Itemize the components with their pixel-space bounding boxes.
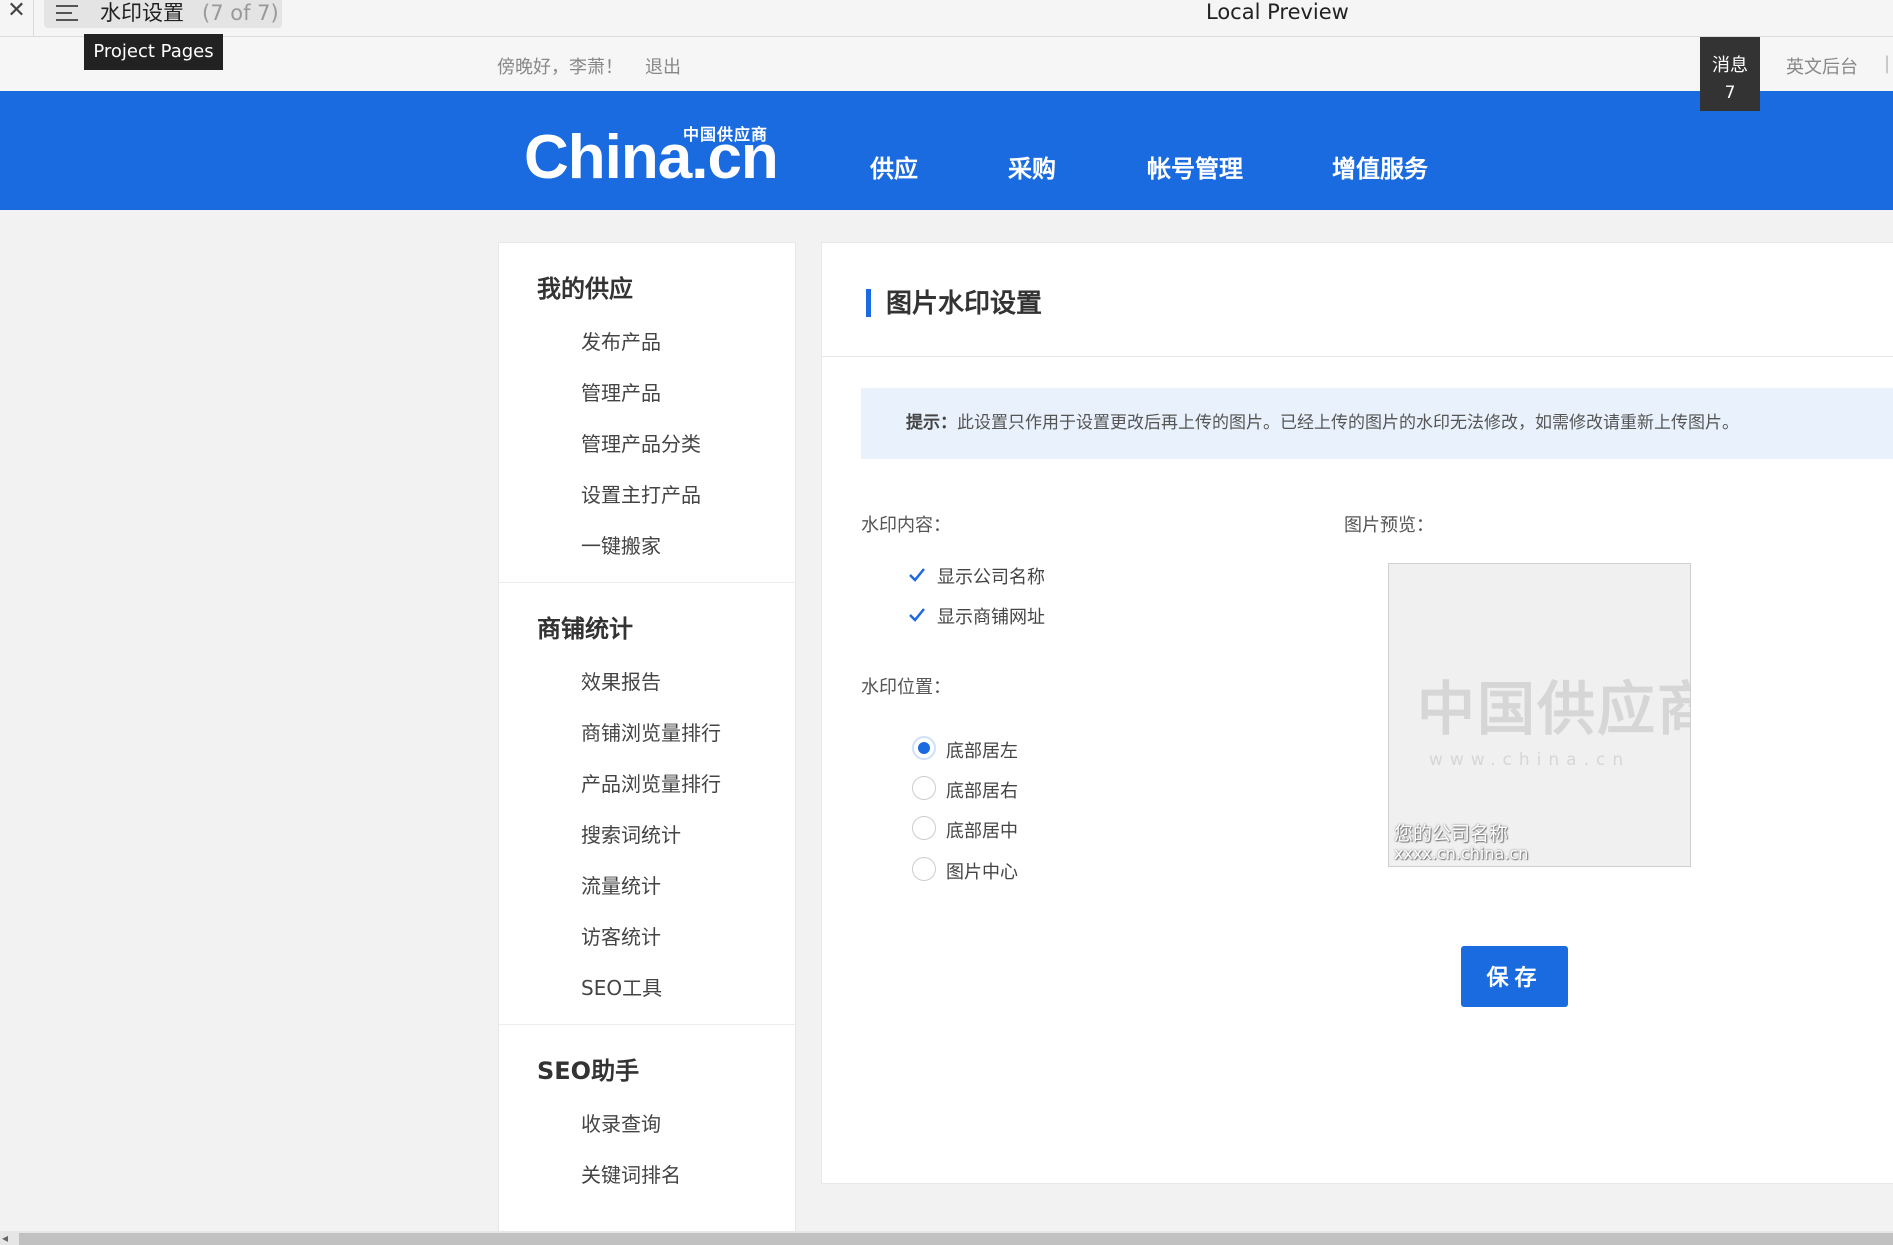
- logout-link[interactable]: 退出: [645, 53, 681, 79]
- checkbox-label: 显示商铺网址: [937, 607, 1045, 628]
- sidebar-item-effect-report[interactable]: 效果报告: [581, 657, 795, 708]
- messages-label: 消息: [1712, 55, 1748, 76]
- tooltip: Project Pages: [84, 34, 223, 70]
- messages-button[interactable]: 消息 7: [1700, 37, 1760, 111]
- radio-label: 底部居中: [946, 821, 1018, 842]
- sidebar: 我的供应 发布产品 管理产品 管理产品分类 设置主打产品 一键搬家 商铺统计 效…: [498, 242, 796, 1232]
- watermark-site-url: xxxx.cn.china.cn: [1394, 844, 1529, 863]
- radio-unselected-icon[interactable]: [912, 857, 936, 881]
- scroll-left-arrow-icon[interactable]: ◂: [2, 1231, 8, 1245]
- notice-prefix: 提示：: [906, 413, 957, 433]
- notice-text: 提示：此设置只作用于设置更改后再上传的图片。已经上传的图片的水印无法修改，如需修…: [906, 388, 1739, 459]
- sidebar-group-seo: SEO助手 收录查询 关键词排名: [499, 1024, 795, 1211]
- sidebar-group-supply: 我的供应 发布产品 管理产品 管理产品分类 设置主打产品 一键搬家: [499, 243, 795, 582]
- radio-label: 底部居右: [946, 781, 1018, 802]
- english-admin-link[interactable]: 英文后台: [1786, 53, 1858, 79]
- radio-label: 底部居左: [946, 741, 1018, 762]
- checkbox-checked-icon[interactable]: [906, 604, 928, 626]
- window-title: Local Preview: [1206, 0, 1349, 24]
- checkbox-label: 显示公司名称: [937, 567, 1045, 588]
- sidebar-item-visitor-stats[interactable]: 访客统计: [581, 912, 795, 963]
- notice-banner: 提示：此设置只作用于设置更改后再上传的图片。已经上传的图片的水印无法修改，如需修…: [861, 388, 1893, 459]
- nav-supply[interactable]: 供应: [870, 149, 918, 184]
- sidebar-item-keyword-ranking[interactable]: 关键词排名: [581, 1150, 795, 1201]
- sidebar-item-publish-product[interactable]: 发布产品: [581, 317, 795, 368]
- watermark-content-label: 水印内容：: [861, 515, 951, 536]
- nav-account[interactable]: 帐号管理: [1147, 149, 1243, 184]
- watermark-preview-image: 中国供应商 www.china.cn 您的公司名称 xxxx.cn.china.…: [1388, 563, 1691, 867]
- topbar-divider: |: [1884, 53, 1891, 74]
- sidebar-group-stats: 商铺统计 效果报告 商铺浏览量排行 产品浏览量排行 搜索词统计 流量统计 访客统…: [499, 582, 795, 1024]
- sidebar-group-title: SEO助手: [537, 1057, 640, 1085]
- site-logo[interactable]: China.cn: [524, 125, 779, 191]
- site-header: 中国供应商 China.cn 供应 采购 帐号管理 增值服务: [0, 91, 1893, 210]
- scrollbar-thumb[interactable]: [19, 1233, 1893, 1245]
- sidebar-item-traffic-stats[interactable]: 流量统计: [581, 861, 795, 912]
- radio-unselected-icon[interactable]: [912, 816, 936, 840]
- watermark-company-name: 您的公司名称: [1394, 823, 1509, 845]
- nav-purchase[interactable]: 采购: [1008, 149, 1056, 184]
- menu-icon[interactable]: [56, 3, 78, 23]
- radio-unselected-icon[interactable]: [912, 776, 936, 800]
- document-tab[interactable]: 水印设置 (7 of 7): [44, 0, 282, 28]
- radio-label: 图片中心: [946, 862, 1018, 883]
- sidebar-item-one-click-move[interactable]: 一键搬家: [581, 521, 795, 572]
- horizontal-scrollbar[interactable]: ◂: [0, 1231, 1893, 1245]
- document-title: 水印设置: [100, 1, 184, 25]
- notice-body: 此设置只作用于设置更改后再上传的图片。已经上传的图片的水印无法修改，如需修改请重…: [957, 413, 1739, 433]
- document-count: (7 of 7): [202, 1, 279, 25]
- sidebar-item-manage-products[interactable]: 管理产品: [581, 368, 795, 419]
- sidebar-item-featured-products[interactable]: 设置主打产品: [581, 470, 795, 521]
- sidebar-item-product-views-rank[interactable]: 产品浏览量排行: [581, 759, 795, 810]
- sidebar-item-search-terms[interactable]: 搜索词统计: [581, 810, 795, 861]
- close-icon[interactable]: ✕: [0, 0, 34, 37]
- sidebar-item-index-query[interactable]: 收录查询: [581, 1099, 795, 1150]
- sidebar-item-manage-categories[interactable]: 管理产品分类: [581, 419, 795, 470]
- greeting-text: 傍晚好，李萧！: [497, 57, 623, 78]
- checkbox-checked-icon[interactable]: [906, 564, 928, 586]
- save-button[interactable]: 保存: [1461, 946, 1568, 1007]
- sidebar-item-shop-views-rank[interactable]: 商铺浏览量排行: [581, 708, 795, 759]
- sidebar-group-title: 我的供应: [537, 275, 633, 303]
- radio-selected-icon[interactable]: [912, 736, 936, 760]
- panel-header: 图片水印设置: [822, 243, 1893, 357]
- watermark-logo-text: 中国供应商: [1417, 675, 1691, 743]
- preview-toolbar: ✕ 水印设置 (7 of 7) Local Preview: [0, 0, 1893, 37]
- sidebar-group-title: 商铺统计: [537, 615, 633, 643]
- watermark-position-label: 水印位置：: [861, 677, 951, 698]
- main-panel: 图片水印设置 提示：此设置只作用于设置更改后再上传的图片。已经上传的图片的水印无…: [821, 242, 1893, 1184]
- title-accent-bar: [866, 289, 871, 317]
- page-title: 图片水印设置: [886, 289, 1043, 319]
- site-topbar: 傍晚好，李萧！ 退出 消息 7 英文后台 |: [0, 37, 1893, 111]
- sidebar-item-seo-tools[interactable]: SEO工具: [581, 963, 795, 1014]
- nav-value-added[interactable]: 增值服务: [1332, 149, 1428, 184]
- image-preview-label: 图片预览：: [1344, 515, 1434, 536]
- messages-count-badge: 7: [1724, 83, 1736, 103]
- watermark-url-text: www.china.cn: [1429, 750, 1631, 770]
